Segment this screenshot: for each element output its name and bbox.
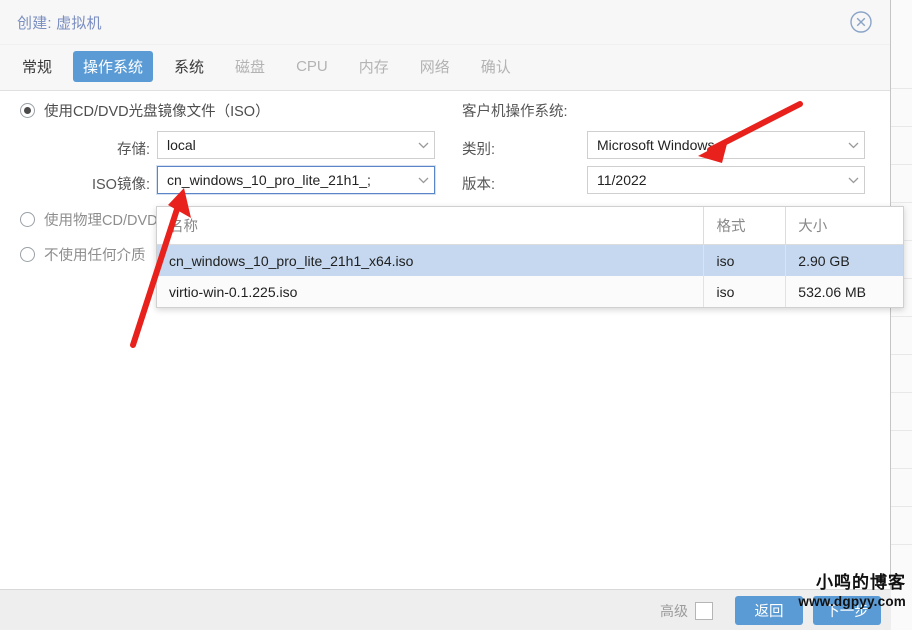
iso-image-select[interactable]: cn_windows_10_pro_lite_21h1_; <box>157 166 435 194</box>
tab-memory: 内存 <box>358 59 389 76</box>
tabbar: 常规 操作系统 系统 磁盘 CPU 内存 网络 确认 <box>0 45 890 91</box>
column-header-format: 格式 <box>703 207 785 244</box>
dialog-footer: 高级 返回 下一步 <box>0 589 891 630</box>
tab-list: 常规 操作系统 系统 磁盘 CPU 内存 网络 确认 <box>12 51 532 82</box>
os-version-select[interactable]: 11/2022 <box>587 166 865 194</box>
os-version-select-value: 11/2022 <box>597 172 647 188</box>
advanced-checkbox[interactable] <box>695 601 713 620</box>
chevron-down-icon <box>412 177 434 184</box>
iso-dropdown-row[interactable]: virtio-win-0.1.225.iso iso 532.06 MB <box>157 276 903 307</box>
iso-row-format: iso <box>703 276 785 307</box>
tab-os[interactable]: 操作系统 <box>73 51 154 82</box>
iso-row-name: cn_windows_10_pro_lite_21h1_x64.iso <box>169 252 414 269</box>
column-header-size: 大小 <box>785 207 903 244</box>
guest-os-section-label: 客户机操作系统: <box>462 104 568 120</box>
iso-dropdown-header: 名称 格式 大小 <box>157 207 903 245</box>
iso-row-size: 2.90 GB <box>785 245 903 276</box>
advanced-label: 高级 <box>660 602 688 619</box>
radio-row-no-media[interactable]: 不使用任何介质 <box>20 244 146 265</box>
storage-select[interactable]: local <box>157 131 435 159</box>
tab-confirm: 确认 <box>480 59 511 76</box>
footer-actions: 高级 返回 下一步 <box>660 596 881 625</box>
create-vm-dialog: 创建: 虚拟机 常规 操作系统 系统 磁盘 CPU 内存 网络 确认 使用CD/… <box>0 0 891 630</box>
iso-image-select-value: cn_windows_10_pro_lite_21h1_; <box>167 172 371 188</box>
chevron-down-icon <box>842 177 864 184</box>
iso-dropdown-row[interactable]: cn_windows_10_pro_lite_21h1_x64.iso iso … <box>157 245 903 276</box>
os-type-select-value: Microsoft Windows <box>597 137 715 153</box>
column-header-name: 名称 <box>169 219 198 235</box>
tab-general[interactable]: 常规 <box>12 51 62 82</box>
os-version-label: 版本: <box>462 177 496 193</box>
next-button[interactable]: 下一步 <box>813 596 881 625</box>
dialog-title: 创建: 虚拟机 <box>17 15 102 32</box>
dialog-content: 使用CD/DVD光盘镜像文件（ISO） 存储: local ISO镜像: cn_… <box>0 91 890 591</box>
chevron-down-icon <box>842 142 864 149</box>
storage-select-value: local <box>167 137 196 153</box>
chevron-down-icon <box>412 142 434 149</box>
radio-iso-file[interactable] <box>20 103 35 118</box>
tab-system[interactable]: 系统 <box>164 51 214 82</box>
storage-label: 存储: <box>116 142 150 158</box>
radio-no-media[interactable] <box>20 247 35 262</box>
back-button[interactable]: 返回 <box>735 596 803 625</box>
dialog-titlebar: 创建: 虚拟机 <box>0 0 890 45</box>
tab-network: 网络 <box>419 59 450 76</box>
radio-label-iso-file: 使用CD/DVD光盘镜像文件（ISO） <box>44 104 270 120</box>
iso-row-size: 532.06 MB <box>785 276 903 307</box>
screen-root: 创建: 虚拟机 常规 操作系统 系统 磁盘 CPU 内存 网络 确认 使用CD/… <box>0 0 912 630</box>
close-circle-icon[interactable] <box>849 10 873 34</box>
radio-row-iso-file[interactable]: 使用CD/DVD光盘镜像文件（ISO） <box>20 100 270 121</box>
radio-physical-drive[interactable] <box>20 212 35 227</box>
radio-label-no-media: 不使用任何介质 <box>44 248 146 264</box>
os-type-select[interactable]: Microsoft Windows <box>587 131 865 159</box>
iso-row-format: iso <box>703 245 785 276</box>
tab-disk: 磁盘 <box>235 59 266 76</box>
iso-image-label: ISO镜像: <box>91 177 150 193</box>
tab-cpu: CPU <box>296 58 328 75</box>
iso-image-dropdown-panel[interactable]: 名称 格式 大小 cn_windows_10_pro_lite_21h1_x64… <box>156 206 904 308</box>
os-type-label: 类别: <box>462 142 496 158</box>
iso-row-name: virtio-win-0.1.225.iso <box>169 283 298 300</box>
